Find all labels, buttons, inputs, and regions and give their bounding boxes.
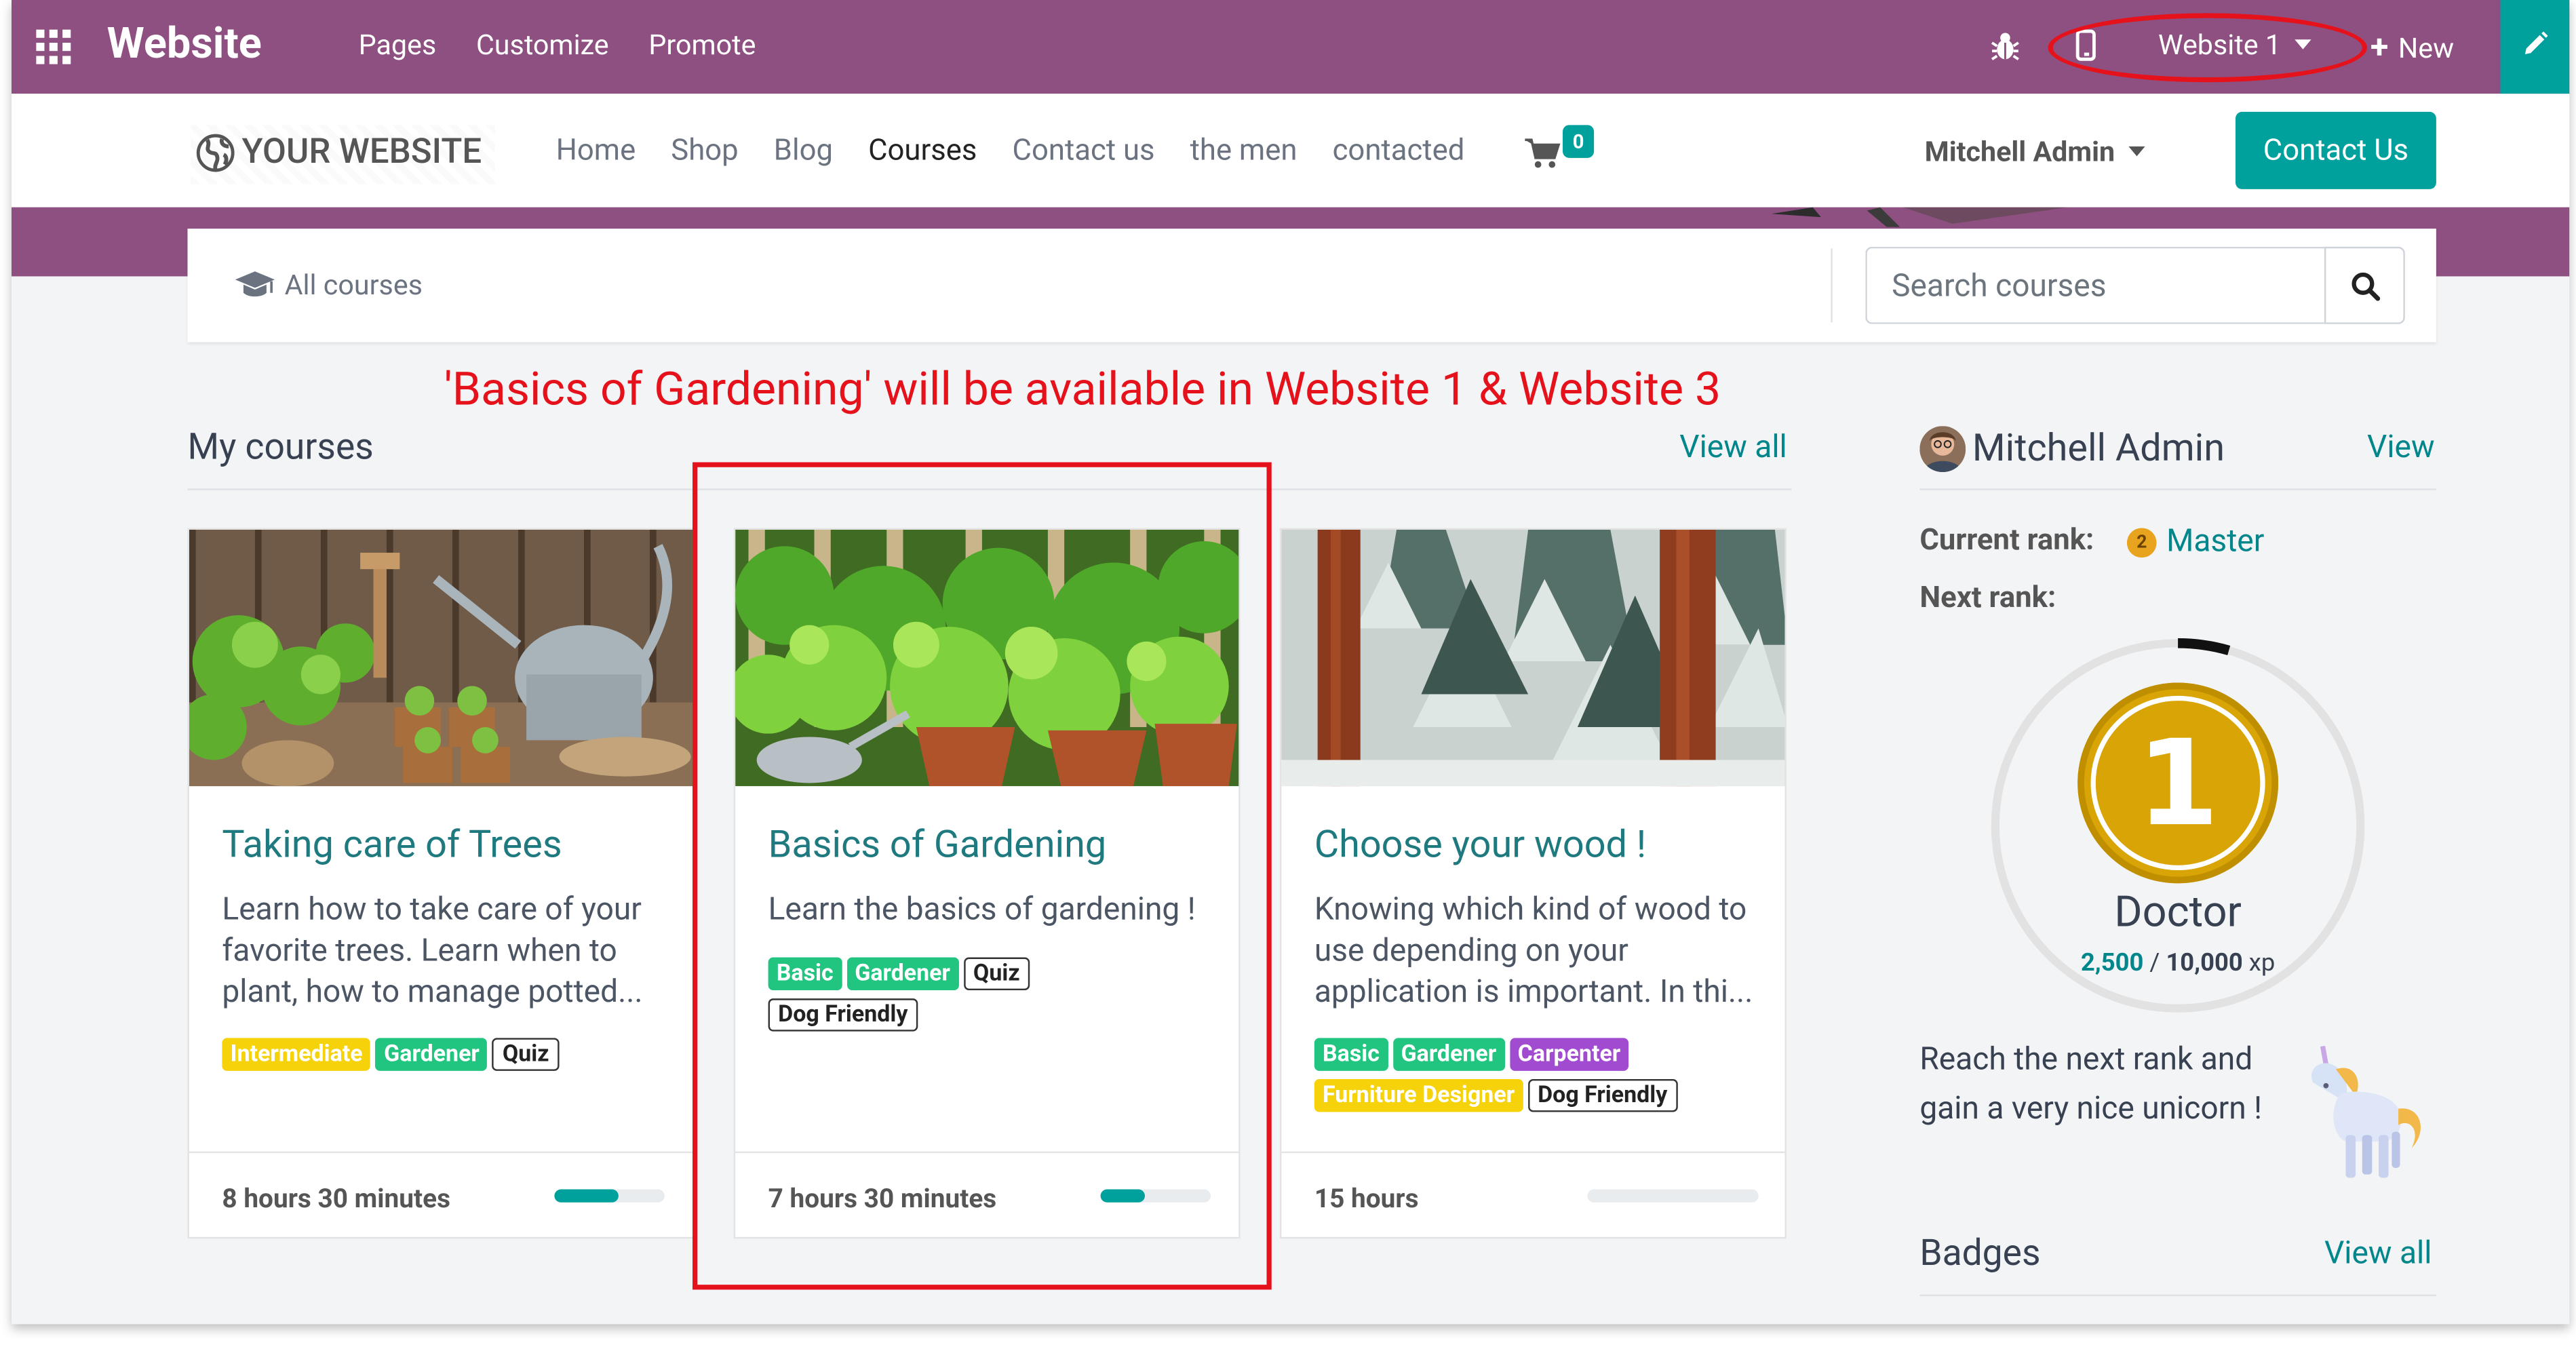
course-card-choose-your-wood[interactable]: Choose your wood ! Knowing which kind of… [1279,528,1787,1241]
course-progress-bar [554,1189,665,1203]
tag-carpenter[interactable]: Carpenter [1509,1038,1629,1071]
annotation-highlight-box [692,462,1272,1290]
nav-contacted[interactable]: contacted [1333,133,1465,168]
next-rank-name: Doctor [2114,888,2242,938]
divider [1919,1294,2436,1297]
xp-unit: xp [2242,947,2276,977]
xp-separator: / [2143,947,2166,977]
contact-us-button[interactable]: Contact Us [2235,111,2436,189]
admin-topbar: Website Pages Customize Promote Website … [11,0,2570,94]
topbar-nav: Pages Customize Promote [359,28,789,64]
graduation-cap-icon [235,271,275,297]
course-image-trees [189,529,693,787]
course-duration: 8 hours 30 minutes [222,1182,451,1214]
debug-bug-icon[interactable] [1991,30,2021,63]
course-description: Learn how to take care of your favorite … [222,890,643,1011]
course-image-wood [1281,529,1785,787]
current-rank-value[interactable]: Master [2166,522,2264,559]
logo-text: YOUR WEBSITE [241,133,482,173]
next-rank-medal-number: 1 [2136,714,2219,853]
new-button-label: New [2398,33,2455,66]
website-header: YOUR WEBSITE Home Shop Blog Courses Cont… [11,94,2570,208]
cart-count-badge: 0 [1563,125,1595,158]
courses-searchbar: All courses [187,229,2436,343]
my-courses-view-all[interactable]: View all [1679,428,1787,467]
divider [1919,488,2436,490]
course-footer: 15 hours [1281,1151,1785,1241]
current-rank-label: Current rank: [1919,523,2094,558]
search-button[interactable] [2324,246,2405,324]
course-card-taking-care-of-trees[interactable]: Taking care of Trees Learn how to take c… [187,528,695,1241]
progress-fill [554,1189,619,1203]
tag-basic[interactable]: Basic [1314,1038,1388,1071]
search-icon [2351,272,2381,301]
nav-shop[interactable]: Shop [671,133,738,168]
tag-gardener[interactable]: Gardener [1392,1038,1505,1071]
topbar-nav-promote[interactable]: Promote [648,30,756,63]
course-tags: Intermediate Gardener Quiz [222,1038,682,1079]
next-rank-medal-icon: 1 [2077,682,2279,884]
annotation-ellipse [2048,13,2368,83]
user-menu[interactable]: Mitchell Admin [1925,135,2145,171]
unicorn-icon [2311,1045,2421,1178]
course-tags: Basic Gardener Carpenter Furniture Designer… [1314,1038,1775,1120]
nav-courses[interactable]: Courses [868,133,977,168]
rank-medal-icon: 2 [2126,528,2157,558]
badges-view-all[interactable]: View all [2324,1234,2432,1273]
browser-frame: Website Pages Customize Promote Website … [11,0,2570,1325]
apps-grid-icon[interactable] [36,29,71,64]
topbar-nav-customize[interactable]: Customize [476,30,609,63]
tag-gardener[interactable]: Gardener [376,1038,488,1071]
nav-blog[interactable]: Blog [774,133,833,168]
course-progress-bar [1587,1189,1759,1203]
tag-quiz[interactable]: Quiz [492,1038,560,1071]
badges-title: Badges [1919,1233,2041,1275]
course-duration: 15 hours [1314,1182,1419,1214]
shopping-cart-icon[interactable] [1525,136,1561,170]
xp-max: 10,000 [2166,947,2243,977]
website-logo[interactable]: YOUR WEBSITE [191,125,496,184]
tag-dog-friendly[interactable]: Dog Friendly [1527,1078,1677,1112]
next-rank-label: Next rank: [1919,581,2056,616]
rank-reward-text: Reach the next rank and gain a very nice… [1919,1039,2263,1127]
profile-view-link[interactable]: View [2367,428,2435,467]
plus-icon: + [2370,26,2389,66]
tag-intermediate[interactable]: Intermediate [222,1038,371,1071]
website-nav: Home Shop Blog Courses Contact us the me… [556,133,1493,169]
xp-counter: 2,500 / 10,000 xp [1989,946,2367,979]
banner-decoration [1772,207,2068,227]
app-brand[interactable]: Website [107,16,262,72]
topbar-nav-pages[interactable]: Pages [359,30,437,63]
edit-button[interactable] [2500,0,2570,94]
nav-home[interactable]: Home [556,133,636,168]
search-courses-input[interactable] [1865,246,2324,324]
my-courses-title: My courses [187,427,374,469]
avatar[interactable] [1919,426,1966,473]
course-title[interactable]: Choose your wood ! [1314,823,1646,869]
chevron-down-icon [2128,146,2145,157]
profile-name[interactable]: Mitchell Admin [1972,426,2225,472]
xp-current: 2,500 [2080,947,2144,977]
new-button[interactable]: + New [2370,28,2454,67]
nav-the-men[interactable]: the men [1190,133,1297,168]
all-courses-link[interactable]: All courses [285,268,423,304]
course-description: Knowing which kind of wood to use depend… [1314,890,1753,1011]
annotation-caption: 'Basics of Gardening' will be available … [444,362,1721,416]
pencil-icon [2524,31,2548,55]
nav-contact-us[interactable]: Contact us [1013,133,1155,168]
tag-furniture-designer[interactable]: Furniture Designer [1314,1078,1523,1112]
user-menu-label: Mitchell Admin [1924,136,2115,170]
screenshot-stage: Website Pages Customize Promote Website … [0,0,2576,1347]
course-title[interactable]: Taking care of Trees [222,823,562,869]
divider [1831,248,1833,323]
globe-icon [196,134,235,172]
course-footer: 8 hours 30 minutes [189,1151,693,1241]
